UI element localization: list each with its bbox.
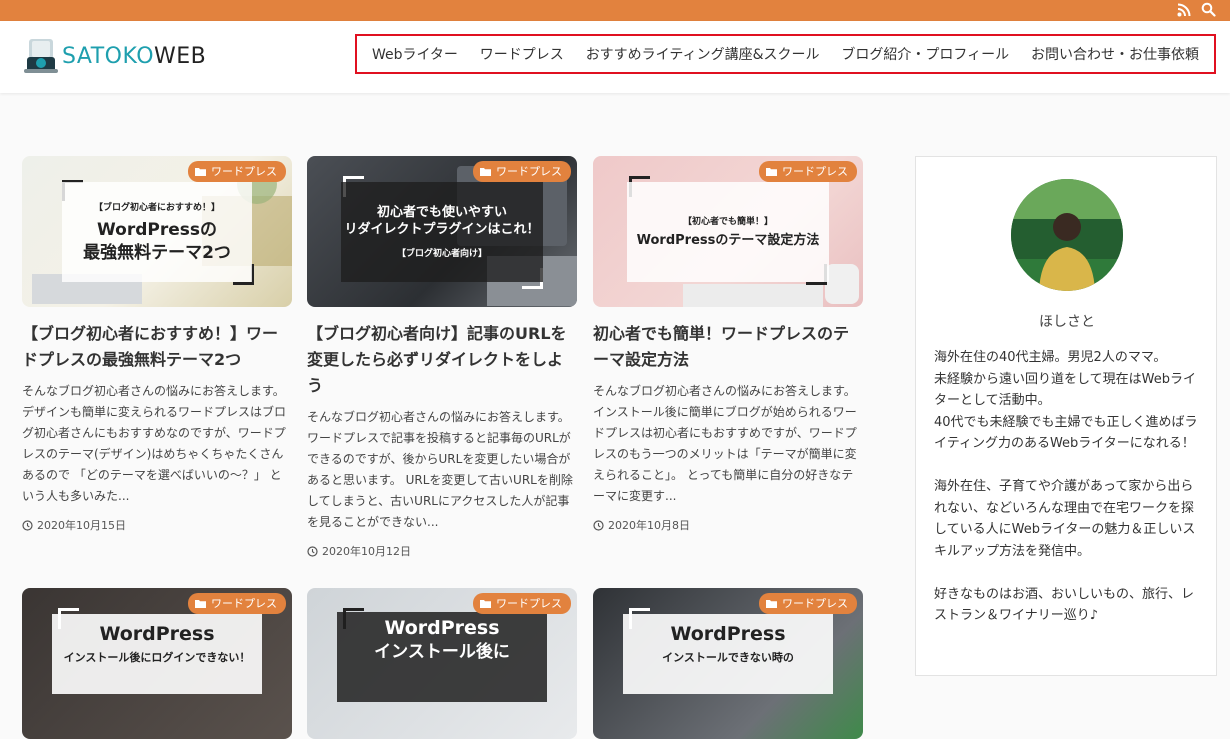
thumb-caption-small: 【初心者でも簡単！】 [682,217,773,228]
author-name: ほしさと [1039,314,1095,330]
main-nav: Webライター ワードプレス おすすめライティング講座&スクール ブログ紹介・プ… [355,34,1216,74]
post-card[interactable]: WordPress インストール後にログインできない！ ワードプレス [22,588,292,739]
thumb-caption: 初心者でも使いやすい リダイレクトプラグインはこれ！ 【ブログ初心者向け】 [341,182,543,282]
category-label: ワードプレス [211,165,277,178]
post-title[interactable]: 初心者でも簡単！ワードプレスのテーマ設定方法 [593,321,863,373]
category-badge[interactable]: ワードプレス [473,161,571,182]
post-thumbnail[interactable]: WordPress インストール後に ワードプレス [307,588,577,739]
thumb-caption-line: WordPress [384,617,500,639]
folder-icon [766,167,777,176]
thumb-caption: WordPress インストール後にログインできない！ [52,614,262,694]
post-date: 2020年10月8日 [593,517,863,533]
logo-mark-icon [24,39,58,73]
category-badge[interactable]: ワードプレス [188,593,286,614]
thumb-caption: WordPress インストール後に [337,612,547,702]
thumb-caption: 【ブログ初心者におすすめ！】 WordPressの 最強無料テーマ2つ [62,182,252,282]
clock-icon [22,519,33,531]
folder-icon [480,167,491,176]
folder-icon [766,599,777,608]
clock-icon [307,545,318,557]
thumb-caption-small: インストールできない時の [662,650,794,664]
post-thumbnail[interactable]: WordPress インストールできない時の ワードプレス [593,588,863,739]
bio-line: 海外在住の40代主婦。男児2人のママ。 [934,350,1167,365]
category-badge[interactable]: ワードプレス [188,161,286,182]
thumb-caption: WordPress インストールできない時の [623,614,833,694]
thumb-caption-line: WordPressの [97,220,217,241]
category-badge[interactable]: ワードプレス [759,593,857,614]
category-badge[interactable]: ワードプレス [759,161,857,182]
post-date: 2020年10月15日 [22,517,292,533]
site-header: SATOKOWEB Webライター ワードプレス おすすめライティング講座&スク… [0,21,1230,93]
bio-line: 海外在住、子育てや介護があって家から出られない、などいろんな理由で在宅ワークを探… [934,479,1196,559]
bio-spacer [934,455,1204,477]
thumb-caption-line: WordPress [99,623,215,645]
post-date-text: 2020年10月8日 [608,519,690,532]
folder-icon [480,599,491,608]
avatar-photo-icon [1011,179,1123,291]
thumb-caption-line: WordPressのテーマ設定方法 [636,233,820,249]
thumb-caption-small: 【ブログ初心者向け】 [396,249,487,260]
post-excerpt: そんなブログ初心者さんの悩みにお答えします。 インストール後に簡単にブログが始め… [593,384,857,503]
top-bar [0,0,1230,21]
post-date-text: 2020年10月15日 [37,519,126,532]
nav-item-profile[interactable]: ブログ紹介・プロフィール [841,44,1009,64]
post-thumbnail[interactable]: 初心者でも使いやすい リダイレクトプラグインはこれ！ 【ブログ初心者向け】 ワー… [307,156,577,307]
bio-line: 未経験から遠い回り道をして現在はWebライターとして活動中。 [934,371,1196,409]
post-thumbnail[interactable]: WordPress インストール後にログインできない！ ワードプレス [22,588,292,739]
post-title[interactable]: 【ブログ初心者向け】記事のURLを変更したら必ずリダイレクトをしよう [307,321,577,399]
post-date-text: 2020年10月12日 [322,545,411,558]
post-date: 2020年10月12日 [307,543,577,559]
category-label: ワードプレス [211,597,277,610]
thumb-caption-line: 初心者でも使いやすい [376,204,507,220]
search-icon[interactable] [1201,2,1216,17]
profile-widget: ほしさと 海外在住の40代主婦。男児2人のママ。 未経験から遠い回り道をして現在… [915,156,1217,676]
thumb-caption-line: 最強無料テーマ2つ [83,242,231,263]
bio-spacer [934,562,1204,584]
post-card[interactable]: 初心者でも使いやすい リダイレクトプラグインはこれ！ 【ブログ初心者向け】 ワー… [307,156,577,559]
nav-item-writing-courses[interactable]: おすすめライティング講座&スクール [586,44,820,64]
nav-item-web-writer[interactable]: Webライター [372,44,458,64]
thumb-caption-small: 【ブログ初心者におすすめ！】 [93,203,220,214]
bio-line: 好きなものはお酒、おいしいもの、旅行、レストラン＆ワイナリー巡り♪ [934,586,1195,624]
author-bio: 海外在住の40代主婦。男児2人のママ。 未経験から遠い回り道をして現在はWebラ… [934,347,1204,627]
thumb-caption-small: インストール後にログインできない！ [63,650,251,664]
post-card[interactable]: 【初心者でも簡単！】 WordPressのテーマ設定方法 ワードプレス 初心者で… [593,156,863,533]
category-label: ワードプレス [496,165,562,178]
nav-item-contact[interactable]: お問い合わせ・お仕事依頼 [1031,44,1199,64]
post-title[interactable]: 【ブログ初心者におすすめ！】ワードプレスの最強無料テーマ2つ [22,321,292,373]
thumb-caption-line: インストール後に [374,641,510,662]
thumb-caption-line: リダイレクトプラグインはこれ！ [344,221,540,237]
clock-icon [593,519,604,531]
site-logo[interactable]: SATOKOWEB [22,37,206,75]
post-card[interactable]: 【ブログ初心者におすすめ！】 WordPressの 最強無料テーマ2つ ワードプ… [22,156,292,533]
folder-icon [195,599,206,608]
folder-icon [195,167,206,176]
rss-icon[interactable] [1177,3,1191,17]
topbar-icons [1177,2,1216,17]
nav-item-wordpress[interactable]: ワードプレス [480,44,564,64]
category-label: ワードプレス [496,597,562,610]
post-excerpt: そんなブログ初心者さんの悩みにお答えします。 デザインも簡単に変えられるワードプ… [22,384,287,503]
post-card[interactable]: WordPress インストール後に ワードプレス [307,588,577,739]
category-label: ワードプレス [782,165,848,178]
post-card[interactable]: WordPress インストールできない時の ワードプレス [593,588,863,739]
thumb-caption-line: WordPress [670,623,786,645]
post-thumbnail[interactable]: 【初心者でも簡単！】 WordPressのテーマ設定方法 ワードプレス [593,156,863,307]
category-label: ワードプレス [782,597,848,610]
thumb-caption: 【初心者でも簡単！】 WordPressのテーマ設定方法 [627,182,829,282]
avatar [1011,179,1123,291]
logo-text: SATOKOWEB [62,43,207,69]
bio-line: 40代でも未経験でも主婦でも正しく進めばライティング力のあるWebライターになれ… [934,414,1198,452]
post-excerpt: そんなブログ初心者さんの悩みにお答えします。 ワードプレスで記事を投稿すると記事… [307,410,573,529]
post-thumbnail[interactable]: 【ブログ初心者におすすめ！】 WordPressの 最強無料テーマ2つ ワードプ… [22,156,292,307]
category-badge[interactable]: ワードプレス [473,593,571,614]
